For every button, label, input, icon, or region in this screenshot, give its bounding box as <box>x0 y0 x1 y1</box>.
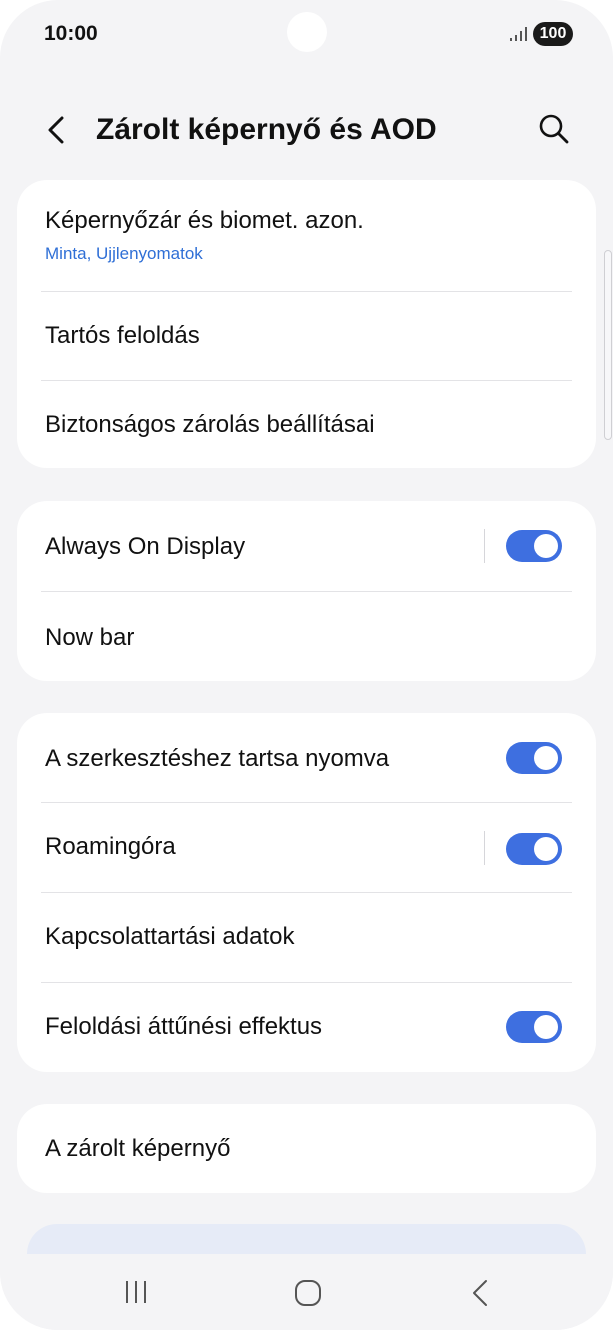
list-item-contact-info[interactable]: Kapcsolattartási adatok <box>17 893 596 982</box>
list-item-label: Kapcsolattartási adatok <box>45 923 295 950</box>
list-item-roaming-clock[interactable]: Roamingóra <box>17 803 596 892</box>
toggle-roaming-clock[interactable] <box>506 833 562 865</box>
toggle-knob <box>534 534 558 558</box>
list-item-secure-lock-settings[interactable]: Biztonságos zárolás beállításai <box>17 381 596 468</box>
partial-card-edge <box>27 1224 586 1254</box>
vertical-separator <box>484 529 485 563</box>
list-item-label: A szerkesztéshez tartsa nyomva <box>45 745 390 772</box>
settings-card-lockscreen-options: A szerkesztéshez tartsa nyomva Roamingór… <box>17 713 596 1072</box>
list-item-persistent-unlock[interactable]: Tartós feloldás <box>17 292 596 380</box>
list-item-label: Always On Display <box>45 533 246 560</box>
list-item-label: Biztonságos zárolás beállításai <box>45 411 375 438</box>
search-icon[interactable] <box>536 111 572 147</box>
recents-icon[interactable] <box>122 1278 150 1306</box>
toggle-knob <box>534 837 558 861</box>
toggle-unlock-transition-effect[interactable] <box>506 1011 562 1043</box>
page-title: Zárolt képernyő és AOD <box>96 113 437 146</box>
toggle-knob <box>534 746 558 770</box>
list-item-label: Feloldási áttűnési effektus <box>45 1013 323 1040</box>
list-item-unlock-transition-effect[interactable]: Feloldási áttűnési effektus <box>17 983 596 1072</box>
camera-cutout <box>287 12 327 52</box>
home-icon[interactable] <box>293 1278 323 1308</box>
toggle-knob <box>534 1015 558 1039</box>
settings-card-aod: Always On Display Now bar <box>17 501 596 681</box>
settings-card-lockscreen: A zárolt képernyő <box>17 1104 596 1193</box>
settings-card-security: Képernyőzár és biomet. azon. Minta, Ujjl… <box>17 180 596 468</box>
list-item-label: Képernyőzár és biomet. azon. <box>45 207 364 234</box>
list-item-now-bar[interactable]: Now bar <box>17 592 596 681</box>
list-item-lock-screen[interactable]: A zárolt képernyő <box>17 1104 596 1193</box>
battery-indicator: 100 <box>533 22 573 46</box>
toggle-hold-to-edit[interactable] <box>506 742 562 774</box>
list-item-label: Roamingóra <box>45 833 176 860</box>
vertical-separator <box>484 831 485 865</box>
list-item-subtitle: Minta, Ujjlenyomatok <box>45 244 203 263</box>
list-item-label: Now bar <box>45 624 135 651</box>
list-item-label: Tartós feloldás <box>45 322 200 349</box>
scrollbar[interactable] <box>604 250 612 440</box>
signal-bars-icon <box>510 27 527 41</box>
list-item-always-on-display[interactable]: Always On Display <box>17 501 596 591</box>
status-bar: 10:00 100 <box>0 0 613 70</box>
list-item-hold-to-edit[interactable]: A szerkesztéshez tartsa nyomva <box>17 713 596 802</box>
status-time: 10:00 <box>44 22 98 45</box>
nav-back-icon[interactable] <box>466 1278 494 1308</box>
app-header: Zárolt képernyő és AOD <box>0 95 613 165</box>
list-item-label: A zárolt képernyő <box>45 1135 231 1162</box>
phone-screen: 10:00 100 Zárolt képernyő és AOD Képerny… <box>0 0 613 1330</box>
back-chevron-icon[interactable] <box>40 112 76 148</box>
navigation-bar <box>0 1254 613 1330</box>
toggle-always-on-display[interactable] <box>506 530 562 562</box>
list-item-screen-lock[interactable]: Képernyőzár és biomet. azon. Minta, Ujjl… <box>17 180 596 291</box>
